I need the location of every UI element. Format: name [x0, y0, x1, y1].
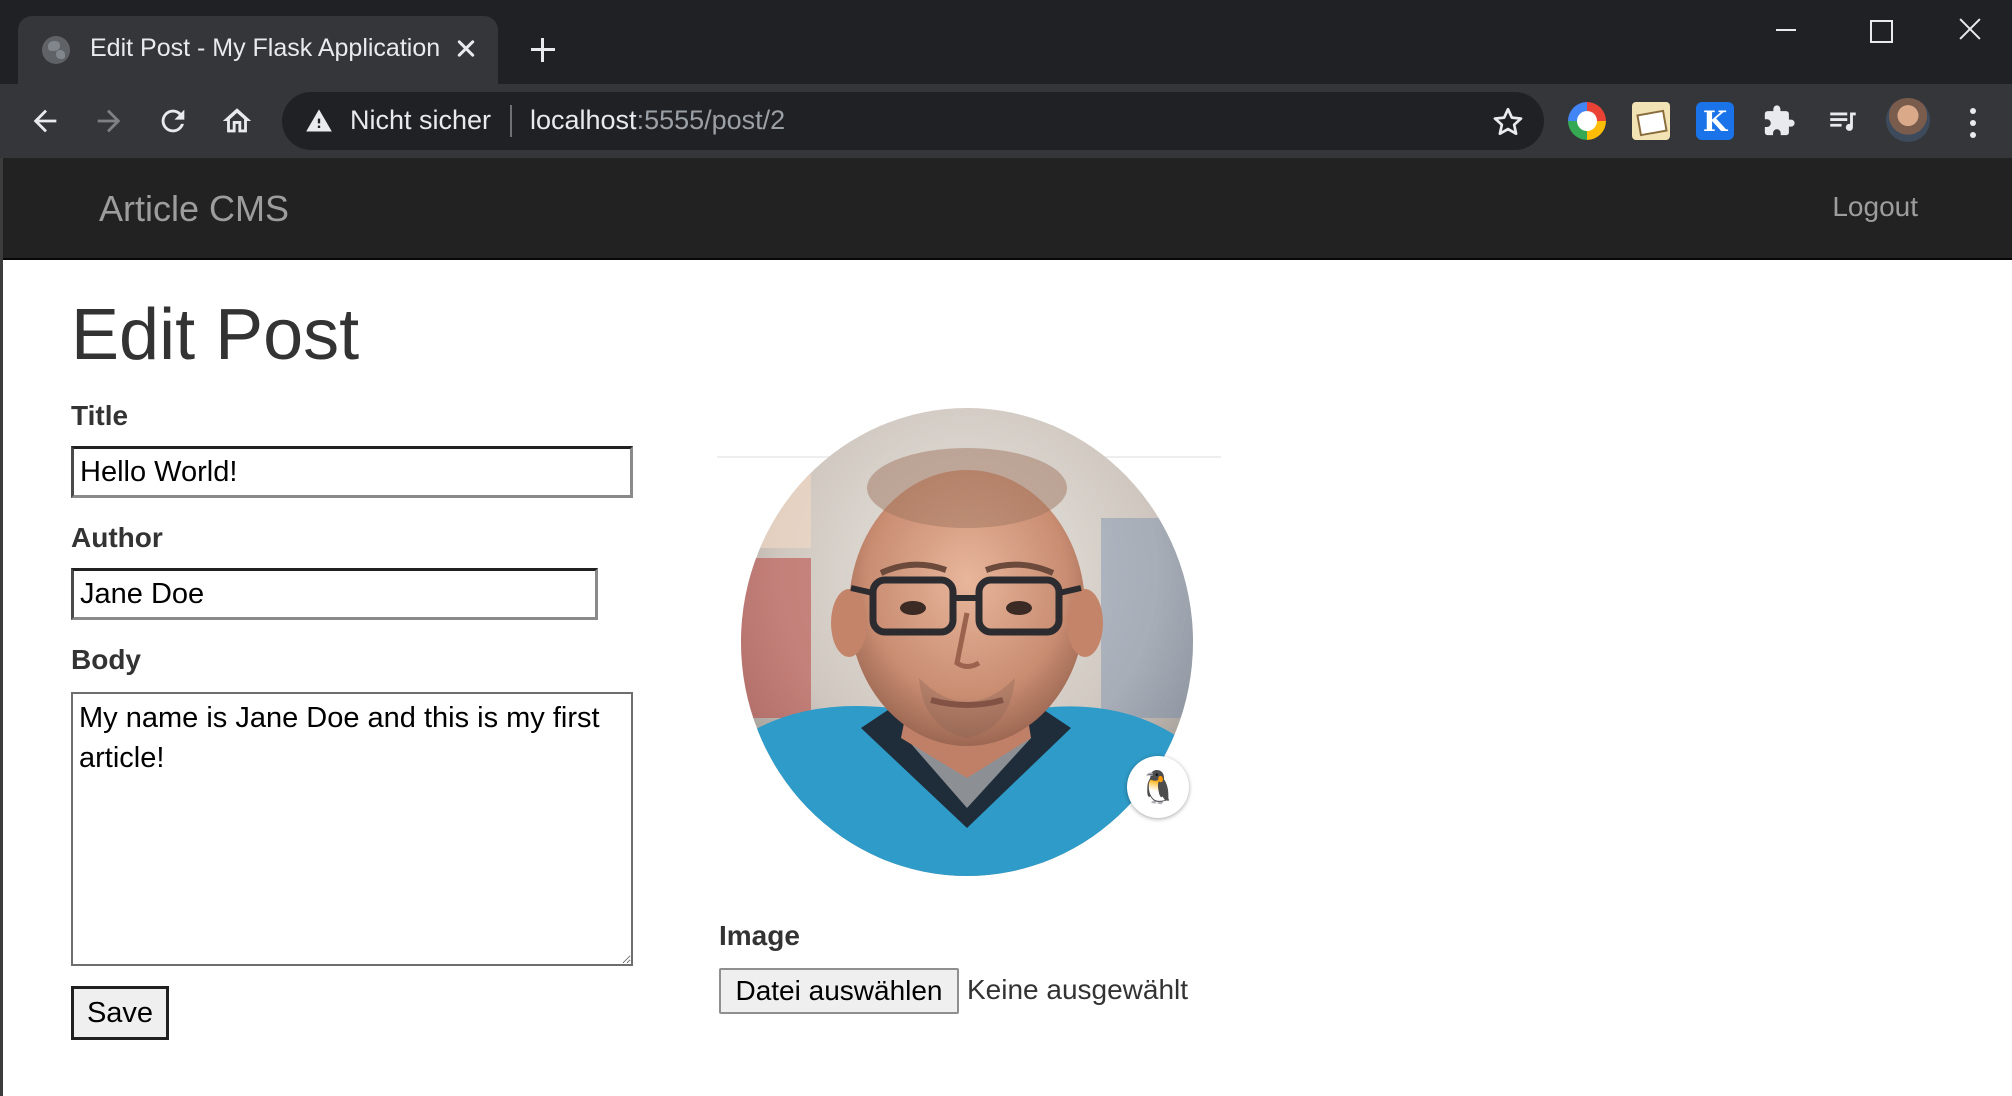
warning-icon[interactable]: [304, 107, 334, 135]
title-label: Title: [71, 400, 129, 431]
forward-icon[interactable]: [86, 98, 132, 144]
penguin-icon[interactable]: 🐧: [1127, 756, 1189, 818]
logout-link[interactable]: Logout: [1832, 191, 1918, 223]
profile-avatar[interactable]: [1886, 98, 1930, 142]
tab-title: Edit Post - My Flask Application: [90, 34, 441, 62]
extension-k-icon[interactable]: K: [1696, 102, 1734, 140]
browser-menu-icon[interactable]: [1958, 104, 1988, 142]
author-input[interactable]: [71, 568, 598, 620]
url-host: localhost: [530, 105, 637, 135]
browser-tab[interactable]: Edit Post - My Flask Application: [18, 16, 498, 84]
author-label: Author: [71, 522, 163, 553]
minimize-icon[interactable]: [1766, 16, 1806, 46]
home-icon[interactable]: [214, 98, 260, 144]
browser-tabstrip: Edit Post - My Flask Application: [0, 0, 2012, 84]
url-text[interactable]: localhost:5555/post/2: [530, 105, 785, 136]
globe-icon: [42, 36, 70, 64]
back-icon[interactable]: [22, 98, 68, 144]
extension-notes-icon[interactable]: [1632, 102, 1670, 140]
body-label: Body: [71, 644, 141, 675]
page-title: Edit Post: [71, 295, 360, 375]
title-input[interactable]: [71, 446, 633, 498]
tab-close-icon[interactable]: [448, 30, 484, 66]
file-status-text: Keine ausgewählt: [967, 974, 1189, 1005]
image-label: Image: [719, 920, 800, 951]
new-tab-icon[interactable]: [522, 30, 562, 70]
author-photo: [741, 408, 1193, 876]
extension-compass-icon[interactable]: [1568, 102, 1606, 140]
page-viewport: Article CMS Logout Edit Post Title Autho…: [0, 158, 2012, 1096]
author-photo-image: [741, 408, 1193, 876]
navbar-brand[interactable]: Article CMS: [99, 188, 289, 230]
body-textarea[interactable]: My name is Jane Doe and this is my first…: [71, 692, 633, 966]
address-bar[interactable]: Nicht sicher localhost:5555/post/2: [282, 92, 1544, 150]
window-close-icon[interactable]: [1950, 12, 1990, 48]
url-path: :5555/post/2: [636, 105, 786, 135]
maximize-icon[interactable]: [1858, 16, 1898, 46]
save-button[interactable]: Save: [71, 986, 169, 1040]
address-divider: [510, 105, 512, 137]
choose-file-button[interactable]: Datei auswählen: [719, 968, 959, 1014]
browser-toolbar: Nicht sicher localhost:5555/post/2 K: [0, 84, 2012, 158]
reload-icon[interactable]: [150, 98, 196, 144]
site-navbar: Article CMS Logout: [3, 158, 2012, 260]
extensions-puzzle-icon[interactable]: [1756, 98, 1802, 144]
media-queue-icon[interactable]: [1820, 98, 1866, 144]
bookmark-star-icon[interactable]: [1490, 104, 1526, 140]
security-label[interactable]: Nicht sicher: [350, 105, 491, 136]
